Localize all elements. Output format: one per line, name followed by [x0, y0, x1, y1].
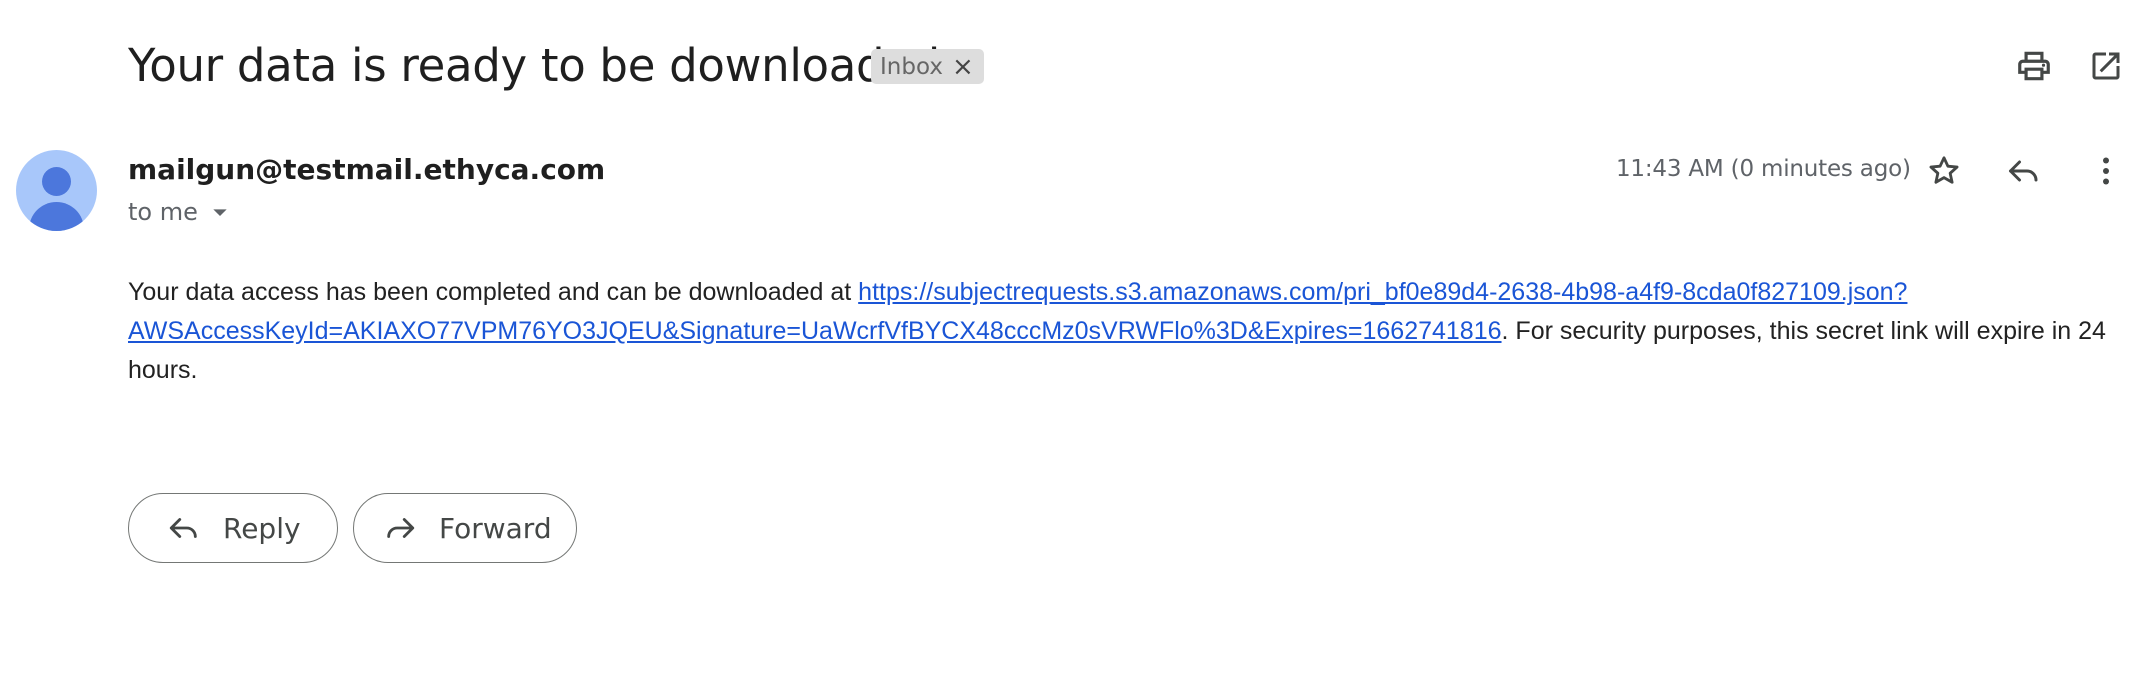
- email-subject: Your data is ready to be downloaded: [128, 39, 940, 92]
- star-icon: [1929, 156, 1959, 184]
- email-body: Your data access has been completed and …: [128, 273, 2128, 390]
- star-button[interactable]: [1922, 149, 1966, 193]
- avatar-head: [42, 167, 71, 196]
- recipient-details-toggle[interactable]: to me: [128, 196, 236, 228]
- sender-avatar: [16, 150, 97, 231]
- download-link-part-2[interactable]: AWSAccessKeyId=AKIAXO77VPM76YO3JQEU&Sign…: [128, 317, 1502, 345]
- email-timestamp: 11:43 AM (0 minutes ago): [1616, 156, 1911, 182]
- print-icon: [2018, 51, 2050, 81]
- forward-action-button[interactable]: Forward: [353, 493, 577, 563]
- inbox-label-chip[interactable]: Inbox ×: [871, 49, 984, 84]
- print-button[interactable]: [2012, 44, 2056, 88]
- remove-label-icon[interactable]: ×: [952, 54, 974, 80]
- body-prefix: Your data access has been completed and …: [128, 278, 859, 306]
- more-options-button[interactable]: [2084, 149, 2128, 193]
- reply-icon: [169, 518, 197, 538]
- avatar-shoulders: [29, 202, 84, 231]
- forward-icon: [387, 518, 415, 538]
- label-text: Inbox: [880, 53, 943, 80]
- forward-action-label: Forward: [439, 511, 552, 545]
- recipient-text: to me: [128, 198, 198, 226]
- open-in-new-window-button[interactable]: [2084, 44, 2128, 88]
- sender-email[interactable]: mailgun@testmail.ethyca.com: [128, 153, 605, 186]
- reply-action-button[interactable]: Reply: [128, 493, 338, 563]
- open-in-new-window-icon: [2092, 52, 2120, 80]
- download-link-part-1[interactable]: https://subjectrequests.s3.amazonaws.com…: [858, 278, 1907, 306]
- reply-action-label: Reply: [223, 511, 301, 545]
- arrow-drop-down-icon: [213, 209, 227, 216]
- reply-button[interactable]: [2002, 149, 2046, 193]
- reply-icon: [2009, 160, 2038, 182]
- more-vert-icon: [2103, 157, 2109, 185]
